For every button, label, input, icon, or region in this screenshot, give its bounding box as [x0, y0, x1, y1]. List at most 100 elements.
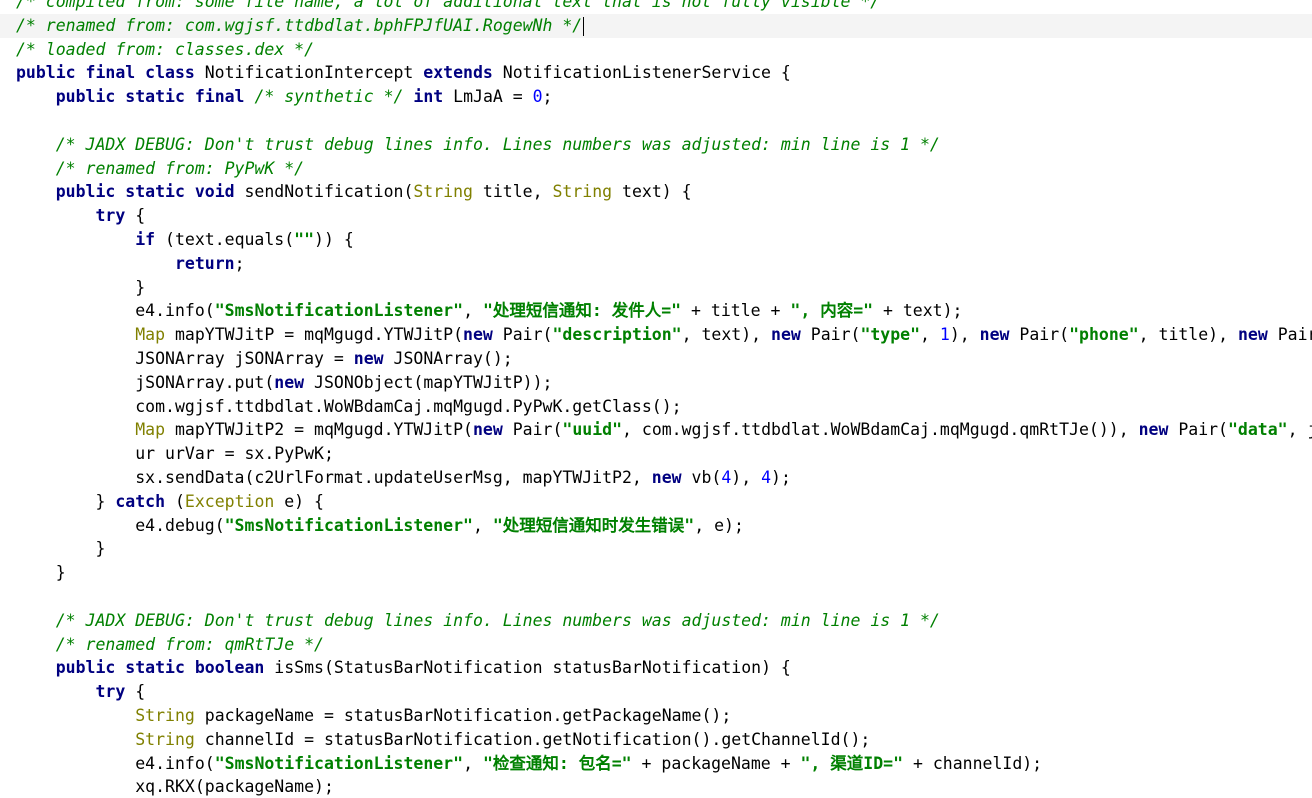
code-token: JSONObject(mapYTWJitP)); — [304, 372, 553, 392]
code-line[interactable]: sx.sendData(c2UrlFormat.updateUserMsg, m… — [0, 466, 1312, 490]
code-token: 4 — [761, 467, 772, 487]
code-line[interactable]: } — [0, 537, 1312, 561]
code-line[interactable]: JSONArray jSONArray = new JSONArray(); — [0, 347, 1312, 371]
code-token: new — [651, 467, 682, 487]
code-token: , text), — [681, 325, 772, 345]
code-token: String — [135, 729, 195, 749]
code-token: , title), — [1138, 325, 1238, 345]
code-token: title, — [472, 182, 553, 202]
code-line[interactable]: public static void sendNotification(Stri… — [0, 180, 1312, 204]
code-token: , — [920, 325, 940, 345]
code-line[interactable]: e4.debug("SmsNotificationListener", "处理短… — [0, 514, 1312, 538]
code-line[interactable]: try { — [0, 204, 1312, 228]
code-line[interactable]: } catch (Exception e) { — [0, 490, 1312, 514]
code-token: , — [472, 515, 493, 535]
code-token: try — [95, 682, 126, 702]
code-token: public static void — [55, 182, 235, 202]
code-line[interactable]: public final class NotificationIntercept… — [0, 61, 1312, 85]
code-token: return — [174, 253, 235, 273]
code-line[interactable]: ur urVar = sx.PyPwK; — [0, 442, 1312, 466]
code-line[interactable]: } — [0, 276, 1312, 300]
code-token: /* renamed from: com.wgjsf.ttdbdlat.bphF… — [16, 15, 583, 35]
code-token: { — [125, 682, 146, 702]
code-line[interactable] — [0, 109, 1312, 133]
code-token: LmJaA = — [443, 87, 533, 107]
code-line[interactable]: String packageName = statusBarNotificati… — [0, 704, 1312, 728]
code-line[interactable]: jSONArray.put(new JSONObject(mapYTWJitP)… — [0, 371, 1312, 395]
code-line[interactable]: e4.info("SmsNotificationListener", "检查通知… — [0, 752, 1312, 776]
code-token: (text.equals( — [155, 229, 295, 249]
code-token: e) { — [274, 491, 324, 511]
code-token: mapYTWJitP = mqMgugd.YTWJitP( — [165, 325, 464, 345]
code-editor[interactable]: /* compiled from: some file name, a lot … — [0, 0, 1312, 798]
code-token: ( — [165, 491, 185, 511]
code-token: 0 — [532, 87, 543, 107]
code-token: /* renamed from: PyPwK */ — [55, 158, 305, 178]
code-token: JSONArray jSONArray = — [135, 348, 354, 368]
code-token: text) { — [612, 182, 692, 202]
code-line[interactable]: if (text.equals("")) { — [0, 228, 1312, 252]
code-line[interactable]: /* JADX DEBUG: Don't trust debug lines i… — [0, 609, 1312, 633]
code-line[interactable]: /* renamed from: PyPwK */ — [0, 157, 1312, 181]
code-line[interactable]: try { — [0, 680, 1312, 704]
code-line[interactable]: /* renamed from: qmRtTJe */ — [0, 633, 1312, 657]
code-line[interactable] — [0, 585, 1312, 609]
code-line[interactable]: return; — [0, 252, 1312, 276]
code-token: "type" — [860, 325, 921, 345]
code-token: ), — [731, 467, 762, 487]
code-token: /* synthetic */ — [254, 87, 404, 107]
code-line[interactable]: /* JADX DEBUG: Don't trust debug lines i… — [0, 133, 1312, 157]
code-line[interactable]: } — [0, 561, 1312, 585]
code-token: public static final — [55, 87, 245, 107]
code-token: "处理短信通知时发生错误" — [492, 515, 695, 535]
code-token: ; — [542, 87, 553, 107]
code-token: , jSONArray)); — [1287, 420, 1312, 440]
code-token: packageName = statusBarNotification.getP… — [194, 705, 732, 725]
code-token: + title + — [681, 301, 791, 321]
code-token: "data" — [1228, 420, 1288, 440]
code-token: e4.info( — [135, 301, 215, 321]
code-token: new — [771, 325, 801, 345]
code-token: /* renamed from: qmRtTJe */ — [55, 634, 324, 654]
code-token: "检查通知: 包名=" — [482, 753, 632, 773]
code-line[interactable]: public static boolean isSms(StatusBarNot… — [0, 656, 1312, 680]
code-line[interactable]: String channelId = statusBarNotification… — [0, 728, 1312, 752]
code-line-current[interactable]: /* renamed from: com.wgjsf.ttdbdlat.bphF… — [0, 13, 1312, 38]
code-line[interactable]: Map mapYTWJitP = mqMgugd.YTWJitP(new Pai… — [0, 323, 1312, 347]
code-token: + text); — [873, 301, 963, 321]
code-line[interactable]: xq.RKX(packageName); — [0, 775, 1312, 798]
code-token: "uuid" — [562, 420, 623, 440]
code-line[interactable]: /* loaded from: classes.dex */ — [0, 38, 1312, 62]
code-token: e4.info( — [135, 753, 215, 773]
text-caret — [583, 16, 585, 36]
code-token: /* loaded from: classes.dex */ — [16, 39, 315, 59]
code-token: + channelId); — [903, 753, 1043, 773]
code-token: "" — [294, 229, 315, 249]
code-token: Pair( — [1009, 325, 1070, 345]
code-token: , com.wgjsf.ttdbdlat.WoWBdamCaj.mqMgugd.… — [622, 420, 1139, 440]
code-line[interactable]: Map mapYTWJitP2 = mqMgugd.YTWJitP(new Pa… — [0, 418, 1312, 442]
code-line[interactable]: com.wgjsf.ttdbdlat.WoWBdamCaj.mqMgugd.Py… — [0, 395, 1312, 419]
code-token: public static boolean — [55, 658, 265, 678]
code-token: String — [135, 705, 195, 725]
code-line[interactable]: public static final /* synthetic */ int … — [0, 85, 1312, 109]
code-line[interactable]: e4.info("SmsNotificationListener", "处理短信… — [0, 299, 1312, 323]
code-line[interactable]: /* compiled from: some file name, a lot … — [0, 0, 1312, 14]
code-token: new — [1237, 325, 1268, 345]
code-token: jSONArray.put( — [135, 372, 275, 392]
code-token: ), — [949, 325, 980, 345]
